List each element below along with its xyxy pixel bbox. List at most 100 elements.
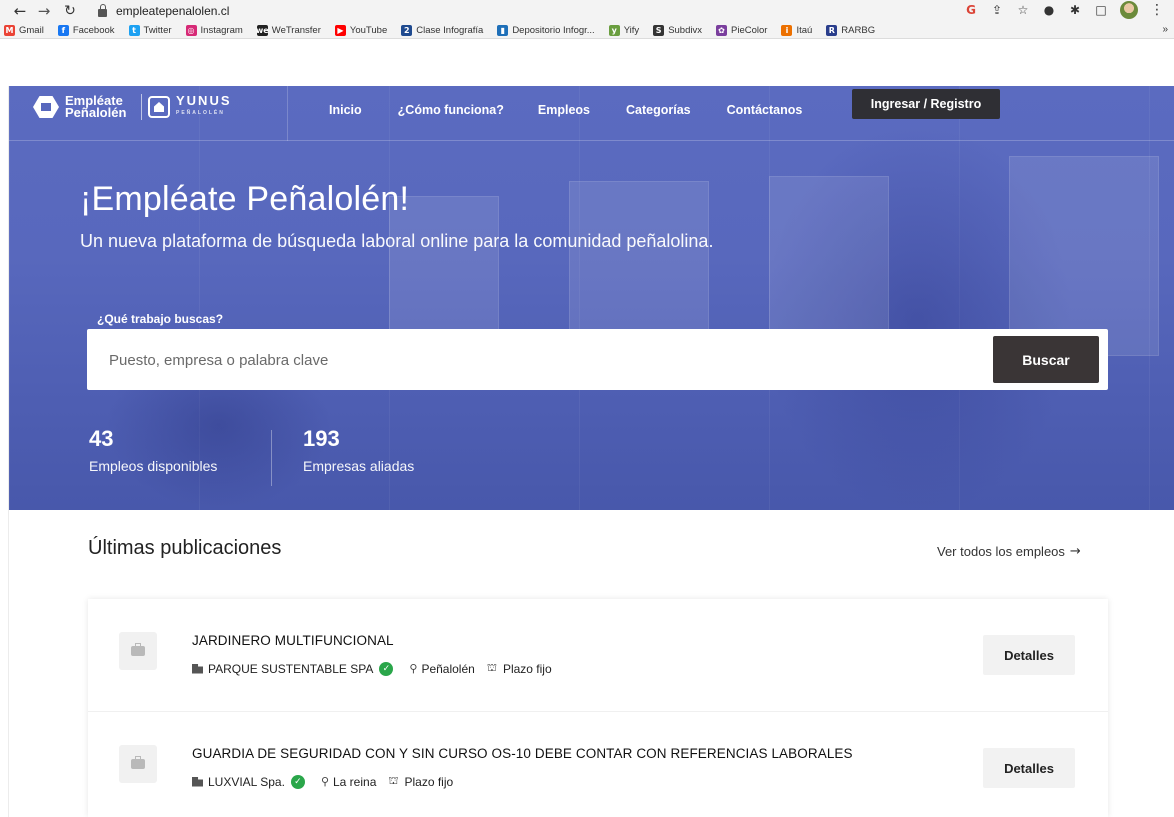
search-input[interactable] [109, 347, 969, 373]
brand-name-line2: Peñalolén [65, 105, 127, 120]
login-register-button[interactable]: Ingresar / Registro [852, 89, 1000, 119]
site-header: Empléate Peñalolén YUNUS PEÑALOLÉN Inici… [9, 86, 1174, 141]
bookmark-yify[interactable]: y Yify [608, 24, 640, 36]
bookmark-facebook[interactable]: f Facebook [57, 24, 115, 36]
stat-companies-label: Empresas aliadas [303, 458, 415, 474]
bookmark-gmail[interactable]: M Gmail [4, 24, 44, 36]
address-bar[interactable]: empleatepenalolen.cl [98, 3, 230, 18]
location-pin-icon: ⚲ [409, 662, 418, 675]
browser-extensions: G ⇪ ☆ ● ✱ □ ⋮ [964, 1, 1164, 19]
nav-item-3[interactable]: Categorías [626, 103, 691, 117]
yunus-house-icon [148, 96, 170, 118]
job-contract: Plazo fijo [502, 661, 552, 676]
stats-divider [271, 430, 272, 486]
hero-title: ¡Empléate Peñalolén! [80, 180, 410, 218]
piecolor-icon: ✿ [716, 24, 727, 36]
bookmark-instagram[interactable]: ◎ Instagram [185, 24, 243, 36]
job-meta: LUXVIAL Spa. ✓ ⚲ La reina ⛫ Plazo fijo [192, 774, 453, 789]
bookmark-star-icon[interactable]: ☆ [1016, 3, 1030, 17]
share-icon[interactable]: ⇪ [990, 3, 1004, 17]
bookmark-label: Twitter [143, 24, 172, 36]
twitter-icon: t [128, 24, 140, 36]
background-window [1009, 156, 1159, 356]
search-button[interactable]: Buscar [993, 336, 1099, 383]
nav-item-1[interactable]: ¿Cómo funciona? [398, 103, 504, 117]
yify-icon: y [608, 24, 620, 36]
job-contract: Plazo fijo [404, 774, 454, 789]
bookmark-piecolor[interactable]: ✿ PieColor [716, 24, 768, 36]
bookmarks-more-icon[interactable]: » [1162, 24, 1168, 35]
google-translate-icon[interactable]: G [964, 3, 978, 17]
menu-kebab-icon[interactable]: ⋮ [1150, 2, 1164, 18]
job-title[interactable]: GUARDIA DE SEGURIDAD CON Y SIN CURSO OS-… [192, 746, 853, 761]
bookmarks-bar: M Gmail f Facebook t Twitter ◎ Instagram we WeTra… [0, 22, 1174, 39]
youtube-icon: ▶ [334, 24, 346, 36]
bookmark-label: PieColor [731, 24, 768, 36]
nav-item-0[interactable]: Inicio [329, 103, 362, 117]
bookmark-twitter[interactable]: t Twitter [128, 24, 172, 36]
profile-avatar[interactable] [1120, 1, 1138, 19]
briefcase-icon [131, 643, 145, 656]
job-company: PARQUE SUSTENTABLE SPA [208, 661, 374, 676]
job-item[interactable]: JARDINERO MULTIFUNCIONAL PARQUE SUSTENTA… [88, 599, 1108, 711]
bookmark-label: Facebook [72, 24, 115, 36]
bookmark-label: Gmail [19, 24, 44, 36]
contract-type-icon: ⛫ [388, 774, 399, 787]
verified-check-icon: ✓ [290, 774, 305, 789]
header-divider [287, 86, 288, 141]
briefcase-icon [131, 756, 145, 769]
partner-name: YUNUS PEÑALOLÉN [176, 93, 232, 119]
browser-toolbar: ← → ↻ empleatepenalolen.cl G ⇪ ☆ ● ✱ □ ⋮ [0, 0, 1174, 22]
bookmark-itau[interactable]: i Itaú [781, 24, 813, 36]
wetransfer-icon: we [255, 24, 269, 36]
search-bar: Buscar [87, 329, 1108, 390]
reload-icon[interactable]: ↻ [60, 1, 80, 21]
bookmark-label: RARBG [841, 24, 876, 36]
details-button[interactable]: Detalles [983, 635, 1075, 675]
address-url: empleatepenalolen.cl [116, 4, 230, 18]
puzzle-icon[interactable]: ✱ [1068, 3, 1082, 17]
nav-item-2[interactable]: Empleos [538, 103, 590, 117]
contract-type-icon: ⛫ [486, 661, 497, 674]
location-pin-icon: ⚲ [320, 775, 329, 788]
nav-item-4[interactable]: Contáctanos [727, 103, 803, 117]
stat-jobs: 43 Empleos disponibles [89, 426, 217, 474]
brand-separator [141, 94, 142, 120]
bookmark-label: Itaú [796, 24, 813, 36]
job-title[interactable]: JARDINERO MULTIFUNCIONAL [192, 633, 394, 648]
site-logo[interactable]: Empléate Peñalolén YUNUS PEÑALOLÉN [33, 94, 232, 120]
bookmark-rarbg[interactable]: R RARBG [826, 24, 876, 36]
bookmark-clase-infografia[interactable]: 2 Clase Infografía [401, 24, 483, 36]
back-arrow-icon[interactable]: ← [10, 1, 30, 21]
bookmark-wetransfer[interactable]: we WeTransfer [255, 24, 321, 36]
hero-subtitle: Un nueva plataforma de búsqueda laboral … [80, 231, 714, 251]
depositorio-icon: ▮ [497, 24, 509, 36]
partner-name-text: YUNUS [176, 93, 232, 108]
bookmark-label: Subdivx [668, 24, 702, 36]
see-all-jobs-link[interactable]: Ver todos los empleos → [937, 544, 1081, 559]
partner-subtitle: PEÑALOLÉN [176, 110, 225, 116]
extension-icon[interactable]: ● [1042, 3, 1056, 17]
job-list: JARDINERO MULTIFUNCIONAL PARQUE SUSTENTA… [88, 599, 1108, 817]
facebook-icon: f [57, 24, 69, 36]
building-icon [192, 663, 203, 674]
section-title: Últimas publicaciones [88, 537, 282, 559]
bookmark-youtube[interactable]: ▶ YouTube [334, 24, 387, 36]
bookmark-depositorio[interactable]: ▮ Depositorio Infogr... [497, 24, 595, 36]
gmail-icon: M [4, 24, 15, 36]
job-item[interactable]: GUARDIA DE SEGURIDAD CON Y SIN CURSO OS-… [88, 711, 1108, 817]
bookmark-label: Instagram [200, 24, 243, 36]
bookmark-label: Depositorio Infogr... [512, 24, 595, 36]
hexagon-logo-icon [33, 96, 59, 118]
job-thumbnail [119, 745, 157, 783]
forward-arrow-icon[interactable]: → [34, 1, 54, 21]
background-window [569, 181, 709, 351]
itau-icon: i [781, 24, 793, 36]
window-icon[interactable]: □ [1094, 3, 1108, 17]
stat-jobs-value: 43 [89, 426, 114, 451]
bookmark-label: Yify [623, 24, 640, 36]
bookmark-label: WeTransfer [271, 24, 321, 36]
stat-companies: 193 Empresas aliadas [303, 426, 414, 474]
bookmark-subdivx[interactable]: S Subdivx [653, 24, 702, 36]
details-button[interactable]: Detalles [983, 748, 1075, 788]
